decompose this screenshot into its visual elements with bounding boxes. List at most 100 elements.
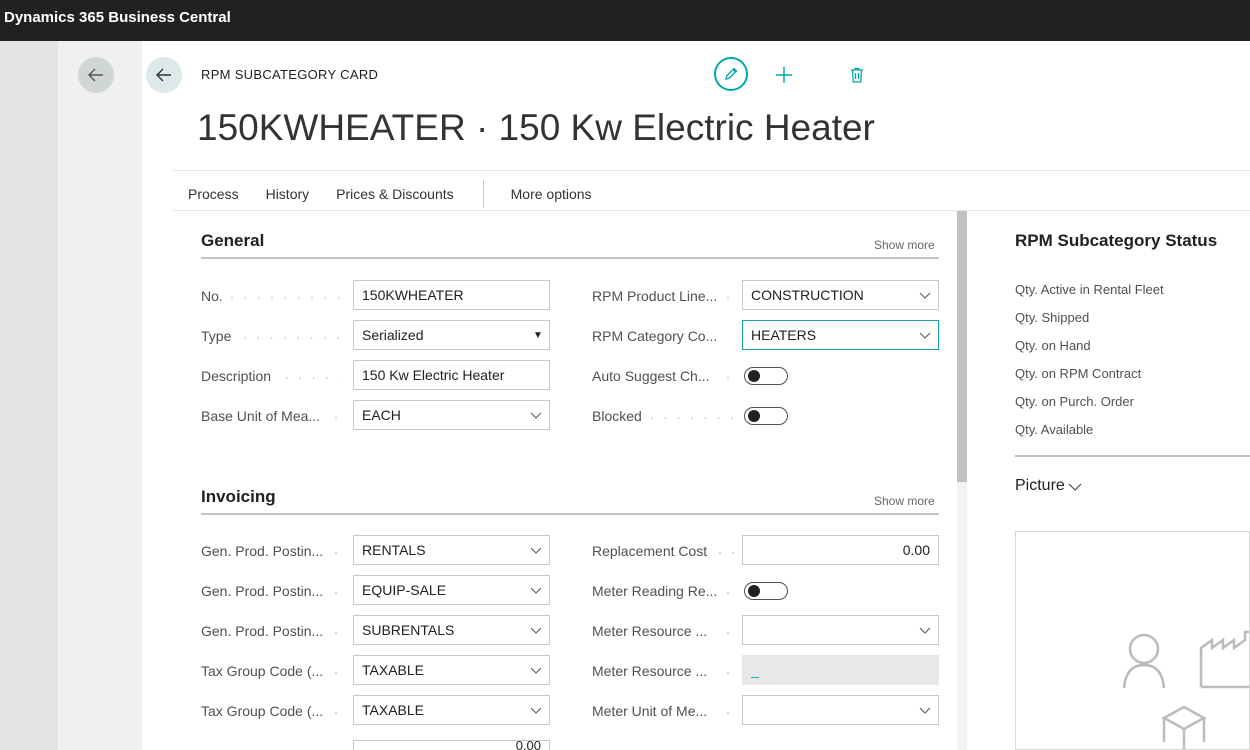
factbox-title[interactable]: RPM Subcategory Status bbox=[1015, 231, 1217, 251]
gen-prod-1-dots: · bbox=[334, 545, 341, 559]
no-field[interactable]: 150KWHEATER bbox=[353, 280, 550, 310]
partial-field[interactable]: 0.00 bbox=[353, 740, 550, 750]
no-label: No. bbox=[201, 288, 223, 304]
title-divider bbox=[173, 170, 1250, 171]
background-page-edge bbox=[0, 41, 58, 750]
page-title: 150KWHEATER · 150 Kw Electric Heater bbox=[197, 107, 875, 148]
meter-resource-2-label: Meter Resource ... bbox=[592, 663, 708, 679]
chevron-down-icon bbox=[912, 616, 938, 644]
meter-resource-1-label: Meter Resource ... bbox=[592, 623, 708, 639]
meter-resource-2-value: _ bbox=[751, 662, 759, 678]
factbox-divider bbox=[1015, 455, 1250, 457]
meter-reading-toggle[interactable] bbox=[744, 582, 788, 600]
category-code-select[interactable]: HEATERS bbox=[742, 320, 939, 350]
tax-group-1-select[interactable]: TAXABLE bbox=[353, 655, 550, 685]
tax-group-2-label: Tax Group Code (... bbox=[201, 703, 324, 719]
toggle-knob bbox=[748, 370, 760, 382]
add-button[interactable] bbox=[770, 61, 798, 89]
tax-group-2-dots: · bbox=[334, 705, 341, 719]
general-show-more[interactable]: Show more bbox=[874, 238, 935, 252]
type-value: Serialized bbox=[362, 327, 424, 343]
back-arrow-icon bbox=[156, 68, 171, 82]
gen-prod-posting-1-select[interactable]: RENTALS bbox=[353, 535, 550, 565]
background-back-button[interactable] bbox=[78, 57, 114, 93]
edit-button[interactable] bbox=[714, 57, 748, 91]
subcategory-card-panel: RPM SUBCATEGORY CARD 150KWHEATER · 150 K… bbox=[142, 41, 1250, 750]
picture-placeholder[interactable] bbox=[1015, 531, 1250, 750]
type-select[interactable]: Serialized ▼ bbox=[353, 320, 550, 350]
gen-prod-posting-3-select[interactable]: SUBRENTALS bbox=[353, 615, 550, 645]
picture-header[interactable]: Picture bbox=[1015, 477, 1082, 495]
product-line-label: RPM Product Line... bbox=[592, 288, 718, 304]
invoicing-section-title[interactable]: Invoicing bbox=[201, 487, 276, 507]
base-unit-label: Base Unit of Mea... bbox=[201, 408, 321, 424]
fact-qty-available[interactable]: Qty. Available bbox=[1015, 422, 1093, 437]
tax-group-1-value: TAXABLE bbox=[362, 662, 424, 678]
replacement-cost-label: Replacement Cost bbox=[592, 543, 708, 559]
description-field[interactable]: 150 Kw Electric Heater bbox=[353, 360, 550, 390]
gen-prod-3-dots: · bbox=[334, 625, 341, 639]
chevron-down-icon bbox=[912, 696, 938, 724]
tax-group-2-select[interactable]: TAXABLE bbox=[353, 695, 550, 725]
invoicing-section-line bbox=[201, 513, 939, 515]
background-page bbox=[58, 41, 142, 750]
general-section-title[interactable]: General bbox=[201, 231, 264, 251]
meter-unit-label: Meter Unit of Me... bbox=[592, 703, 708, 719]
gen-prod-posting-2-label: Gen. Prod. Postin... bbox=[201, 583, 324, 599]
description-dots: · · · · · · bbox=[285, 370, 340, 384]
product-line-select[interactable]: CONSTRUCTION bbox=[742, 280, 939, 310]
meter-reading-dots: · bbox=[726, 585, 733, 599]
fact-qty-on-contract[interactable]: Qty. on RPM Contract bbox=[1015, 366, 1141, 381]
fact-qty-on-purch-order[interactable]: Qty. on Purch. Order bbox=[1015, 394, 1134, 409]
back-button[interactable] bbox=[146, 57, 182, 93]
blocked-dots: · · · · · · · · · bbox=[650, 410, 738, 424]
action-history[interactable]: History bbox=[266, 186, 310, 202]
chevron-down-icon bbox=[523, 401, 549, 429]
chevron-down-icon bbox=[523, 576, 549, 604]
fact-qty-shipped[interactable]: Qty. Shipped bbox=[1015, 310, 1089, 325]
gen-prod-2-dots: · bbox=[334, 585, 341, 599]
action-bar: Process History Prices & Discounts More … bbox=[188, 180, 619, 208]
chevron-down-icon bbox=[912, 321, 938, 349]
top-app-bar: Dynamics 365 Business Central bbox=[0, 0, 1250, 41]
blocked-label: Blocked bbox=[592, 408, 642, 424]
action-more-options[interactable]: More options bbox=[511, 186, 592, 202]
replacement-cost-dots: · · bbox=[718, 545, 738, 559]
gen-prod-posting-3-label: Gen. Prod. Postin... bbox=[201, 623, 324, 639]
chevron-down-icon bbox=[523, 536, 549, 564]
replacement-cost-field[interactable]: 0.00 bbox=[742, 535, 939, 565]
page-caption: RPM SUBCATEGORY CARD bbox=[201, 67, 379, 82]
action-prices-discounts[interactable]: Prices & Discounts bbox=[336, 186, 453, 202]
auto-suggest-toggle[interactable] bbox=[744, 367, 788, 385]
delete-button[interactable] bbox=[844, 62, 870, 88]
auto-suggest-dots: · bbox=[726, 370, 733, 384]
blocked-toggle[interactable] bbox=[744, 407, 788, 425]
actions-divider bbox=[173, 210, 1250, 211]
toggle-knob bbox=[748, 585, 760, 597]
gen-prod-posting-3-value: SUBRENTALS bbox=[362, 622, 455, 638]
no-value: 150KWHEATER bbox=[362, 287, 464, 303]
tax-group-1-dots: · bbox=[334, 665, 341, 679]
gen-prod-posting-2-select[interactable]: EQUIP-SALE bbox=[353, 575, 550, 605]
meter-unit-select[interactable] bbox=[742, 695, 939, 725]
fact-qty-on-hand[interactable]: Qty. on Hand bbox=[1015, 338, 1091, 353]
action-process[interactable]: Process bbox=[188, 186, 239, 202]
base-unit-dots: · bbox=[334, 410, 341, 424]
base-unit-select[interactable]: EACH bbox=[353, 400, 550, 430]
gen-prod-posting-1-value: RENTALS bbox=[362, 542, 426, 558]
app-title[interactable]: Dynamics 365 Business Central bbox=[4, 9, 231, 26]
meter-reading-label: Meter Reading Re... bbox=[592, 583, 718, 599]
product-line-value: CONSTRUCTION bbox=[751, 287, 864, 303]
description-value: 150 Kw Electric Heater bbox=[362, 367, 505, 383]
scrollbar-thumb[interactable] bbox=[957, 211, 967, 482]
fact-qty-active[interactable]: Qty. Active in Rental Fleet bbox=[1015, 282, 1164, 297]
chevron-down-icon bbox=[523, 656, 549, 684]
meter-unit-dots: · bbox=[726, 705, 733, 719]
meter-resource-1-select[interactable] bbox=[742, 615, 939, 645]
invoicing-show-more[interactable]: Show more bbox=[874, 494, 935, 508]
gen-prod-posting-2-value: EQUIP-SALE bbox=[362, 582, 447, 598]
delete-trash-icon bbox=[851, 67, 863, 83]
chevron-down-icon bbox=[523, 616, 549, 644]
category-code-label: RPM Category Co... bbox=[592, 328, 718, 344]
auto-suggest-label: Auto Suggest Ch... bbox=[592, 368, 710, 384]
